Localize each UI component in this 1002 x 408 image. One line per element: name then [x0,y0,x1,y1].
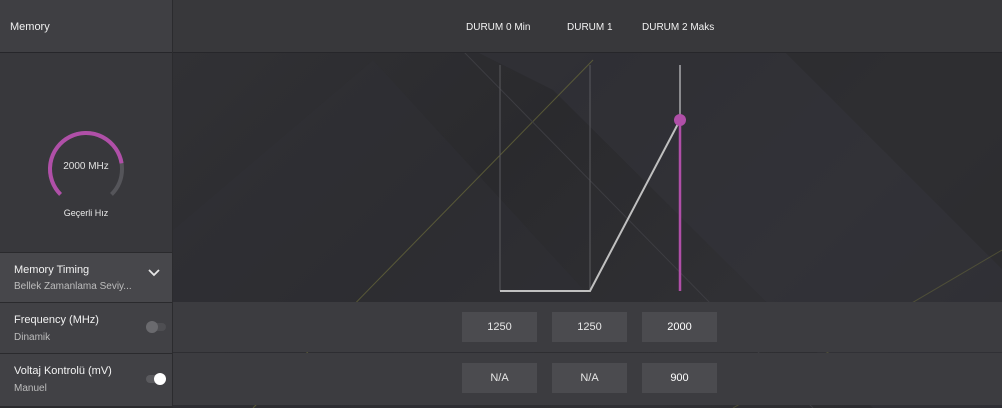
voltage-values-band: N/A N/A 900 [173,353,1002,405]
gauge-label: Geçerli Hız [63,208,109,218]
frequency-state-2-input[interactable]: 2000 [642,312,717,342]
voltage-state-2-input[interactable]: 900 [642,363,717,393]
voltage-state-0-input[interactable]: N/A [462,363,537,393]
frequency-state-1-input[interactable]: 1250 [552,312,627,342]
chevron-down-icon[interactable] [147,268,161,278]
column-header-state-2: DURUM 2 Maks [642,22,715,33]
speed-gauge-panel: 2000 MHz Geçerli Hız [0,53,172,252]
voltage-title: Voltaj Kontrolü (mV) [14,365,112,377]
panel-header: Memory [0,0,172,53]
gauge-value: 2000 MHz [63,161,109,172]
voltage-toggle[interactable] [146,373,166,385]
column-header-state-0: DURUM 0 Min [466,22,531,33]
voltage-row: Voltaj Kontrolü (mV) Manuel [0,353,172,406]
frequency-row: Frequency (MHz) Dinamik [0,302,172,353]
frequency-toggle[interactable] [146,321,166,333]
left-panel: Memory 2000 MHz Geçerli Hız Memory Timin… [0,0,172,408]
column-header-state-1: DURUM 1 [567,22,613,33]
frequency-mode: Dinamik [14,332,51,343]
state-2-slider-handle[interactable] [674,114,686,126]
voltage-mode: Manuel [14,383,47,394]
memory-timing-value: Bellek Zamanlama Seviy... [14,281,132,292]
frequency-values-band: 1250 1250 2000 [173,302,1002,352]
frequency-state-chart [499,65,686,292]
state-column-header-bar: DURUM 0 Min DURUM 1 DURUM 2 Maks [173,0,1002,53]
frequency-title: Frequency (MHz) [14,314,99,326]
memory-timing-title: Memory Timing [14,264,90,276]
frequency-toggle-knob [146,321,158,333]
frequency-state-0-input[interactable]: 1250 [462,312,537,342]
voltage-state-1-input[interactable]: N/A [552,363,627,393]
panel-title: Memory [10,21,50,33]
voltage-toggle-knob [154,373,166,385]
